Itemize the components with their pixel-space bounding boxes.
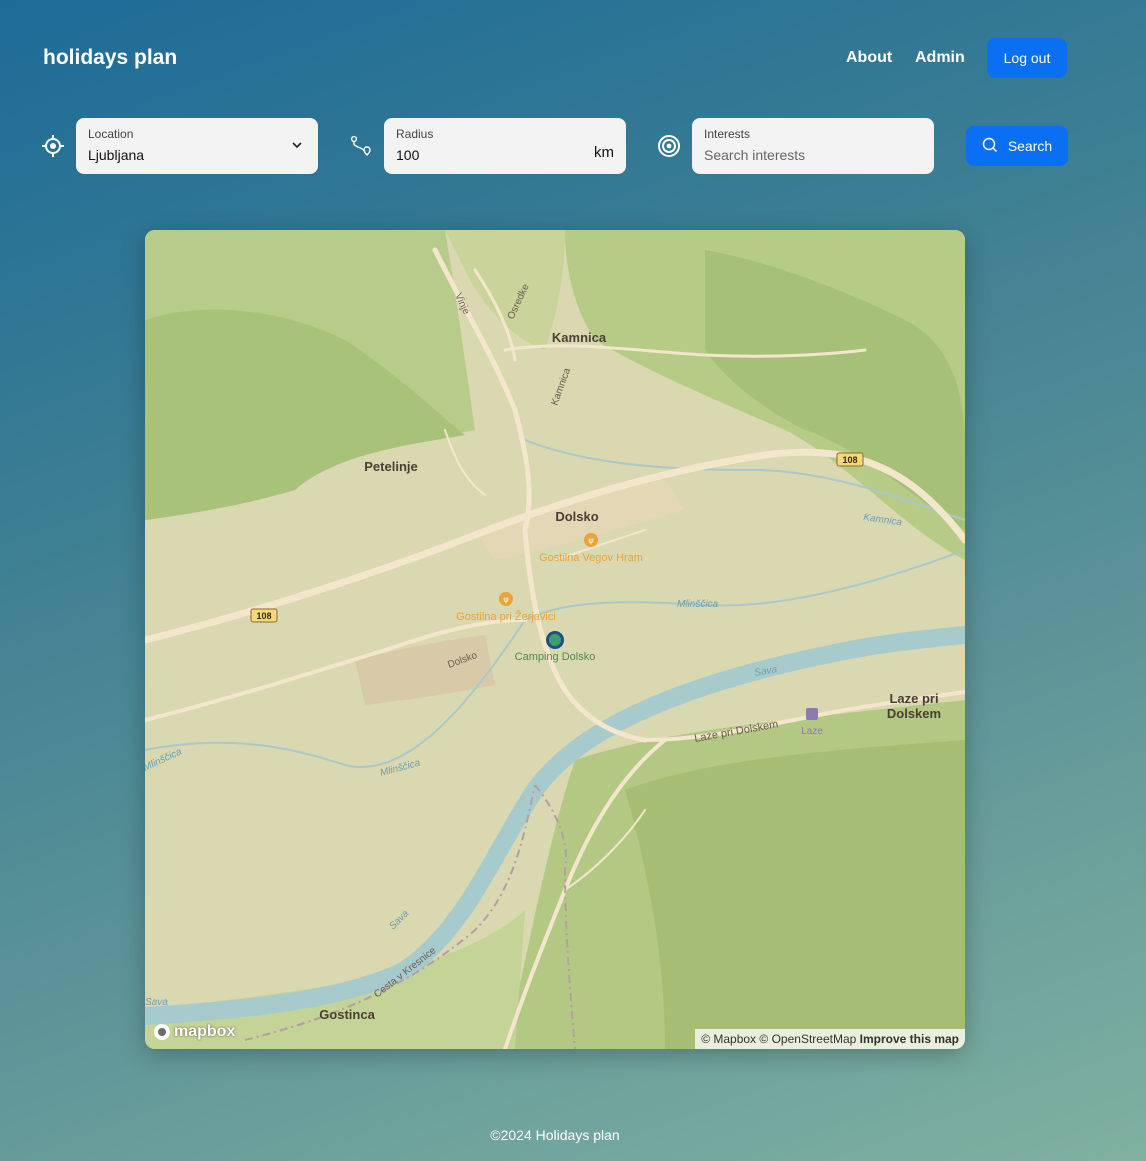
map-view[interactable]: 108 108 Kamnica Petelinje Dolsko Laze pr… (145, 230, 965, 1049)
attribution-mapbox-link[interactable]: © Mapbox (701, 1032, 756, 1046)
radius-unit: km (594, 144, 614, 161)
poi-laze-label: Laze (801, 726, 823, 737)
place-laze-line1: Laze pri (889, 691, 938, 706)
search-button[interactable]: Search (966, 126, 1068, 166)
search-button-label: Search (1007, 138, 1053, 154)
route-icon (349, 134, 373, 158)
radius-input[interactable]: 100 (396, 147, 419, 163)
route-shield-108-east: 108 (836, 452, 864, 467)
logout-button[interactable]: Log out (987, 38, 1067, 78)
poi-zerjavici-label: Gostilna pri Žerjavici (456, 610, 556, 623)
location-value: Ljubljana (88, 147, 145, 163)
route-108-label-east: 108 (842, 455, 857, 465)
footer-copyright: ©2024 Holidays plan (490, 1127, 620, 1143)
search-icon (982, 137, 998, 156)
attribution-osm-link[interactable]: © OpenStreetMap (759, 1032, 856, 1046)
route-shield-108-west: 108 (250, 608, 278, 623)
chevron-down-icon (290, 138, 304, 157)
interests-label: Interests (704, 127, 751, 141)
svg-text:ψ: ψ (503, 595, 508, 604)
interests-input[interactable]: Search interests (704, 147, 805, 163)
place-kamnica: Kamnica (552, 330, 607, 345)
poi-camping-label: Camping Dolsko (515, 651, 596, 663)
route-108-label-west: 108 (256, 611, 271, 621)
radius-field[interactable]: Radius 100 km (384, 118, 626, 174)
poi-vegov-label: Gostilna Vegov Hram (539, 552, 643, 564)
water-label-sava-west: Sava (145, 997, 168, 1008)
mapbox-logo-icon (153, 1023, 171, 1041)
place-laze-line2: Dolskem (887, 706, 941, 721)
location-label: Location (88, 127, 134, 141)
map-attribution: © Mapbox © OpenStreetMap Improve this ma… (695, 1029, 965, 1049)
place-dolsko: Dolsko (555, 509, 598, 524)
mapbox-logo[interactable]: mapbox (153, 1023, 235, 1041)
location-select[interactable]: Location Ljubljana (76, 118, 318, 174)
radius-label: Radius (396, 127, 434, 141)
interests-field[interactable]: Interests Search interests (692, 118, 934, 174)
mapbox-logo-text: mapbox (174, 1023, 236, 1040)
improve-map-link[interactable]: Improve this map (860, 1032, 959, 1046)
logout-label: Log out (1003, 50, 1051, 66)
place-petelinje: Petelinje (364, 459, 417, 474)
nav-about-link[interactable]: About (846, 49, 892, 67)
nav-admin-link[interactable]: Admin (915, 49, 965, 67)
interests-target-icon (657, 134, 681, 158)
water-label-mlinscica-east: Mlinščica (677, 599, 719, 610)
place-gostinca: Gostinca (319, 1007, 375, 1022)
svg-text:ψ: ψ (588, 536, 593, 545)
location-target-icon (41, 134, 65, 158)
app-brand[interactable]: holidays plan (43, 46, 177, 70)
map-canvas[interactable]: 108 108 Kamnica Petelinje Dolsko Laze pr… (145, 230, 965, 1049)
forest-south-deep (625, 740, 965, 1049)
